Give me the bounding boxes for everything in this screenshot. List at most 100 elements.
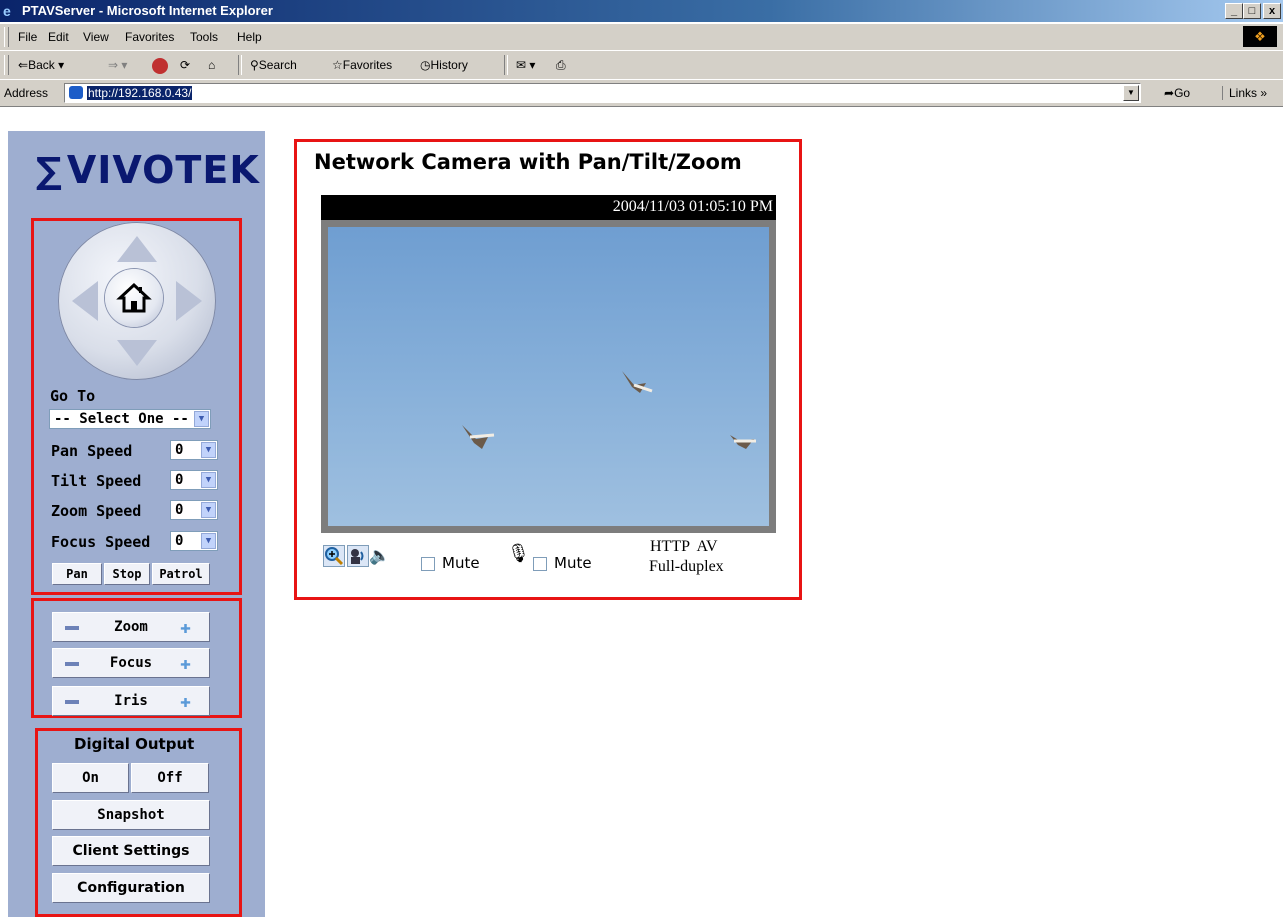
- menu-bar: File Edit View Favorites Tools Help ❖: [0, 23, 1283, 51]
- minimize-button[interactable]: _: [1225, 3, 1243, 19]
- menu-favorites[interactable]: Favorites: [125, 30, 174, 44]
- page-title: Network Camera with Pan/Tilt/Zoom: [314, 150, 742, 174]
- pan-right-icon[interactable]: [176, 281, 202, 321]
- output-off-button[interactable]: Off: [131, 763, 209, 793]
- pan-speed-select[interactable]: 0 ▼: [170, 440, 218, 460]
- menu-edit[interactable]: Edit: [48, 30, 69, 44]
- window-title-bar: e PTAVServer - Microsoft Internet Explor…: [0, 0, 1283, 22]
- address-input[interactable]: http://192.168.0.43/ ▼: [64, 83, 1141, 103]
- links-button[interactable]: Links »: [1222, 86, 1267, 100]
- client-settings-button[interactable]: Client Settings: [52, 836, 210, 866]
- talk-icon[interactable]: [347, 545, 369, 567]
- address-url: http://192.168.0.43/: [87, 86, 193, 100]
- iris-control[interactable]: Iris ✚: [52, 686, 210, 716]
- home-icon: ⌂: [208, 58, 216, 72]
- mail-button[interactable]: ✉ ▾: [516, 58, 535, 72]
- home-position-button[interactable]: [105, 269, 163, 327]
- chevron-down-icon: ▼: [194, 411, 209, 427]
- stop-ptz-button[interactable]: Stop: [104, 563, 150, 585]
- history-button[interactable]: ◷History: [420, 58, 468, 72]
- speaker-mute-checkbox[interactable]: [421, 557, 435, 571]
- zoom-speed-label: Zoom Speed: [51, 502, 142, 520]
- snapshot-button[interactable]: Snapshot: [52, 800, 210, 830]
- refresh-button[interactable]: ⟳: [180, 58, 190, 72]
- toolbar-separator: [504, 55, 508, 75]
- menu-view[interactable]: View: [83, 30, 109, 44]
- timestamp: 2004/11/03 01:05:10 PM: [612, 198, 773, 215]
- focus-speed-select[interactable]: 0 ▼: [170, 531, 218, 551]
- house-icon: [116, 282, 152, 313]
- tilt-speed-label: Tilt Speed: [51, 472, 142, 490]
- output-on-button[interactable]: On: [52, 763, 129, 793]
- print-icon: ⎙: [556, 58, 566, 72]
- focus-near-icon[interactable]: [65, 662, 79, 666]
- speaker-icon[interactable]: 🔈: [369, 546, 390, 566]
- chevron-down-icon: ▼: [201, 472, 216, 488]
- pan-left-icon[interactable]: [72, 281, 98, 321]
- zoom-view-icon[interactable]: [323, 545, 345, 567]
- zoom-in-icon[interactable]: ✚: [180, 619, 191, 637]
- direction-pad: [58, 222, 216, 380]
- forward-arrow-icon: ⇒: [108, 58, 119, 72]
- home-button[interactable]: ⌂: [208, 58, 215, 72]
- tilt-down-icon[interactable]: [117, 340, 157, 366]
- menu-tools[interactable]: Tools: [190, 30, 218, 44]
- bird-image: [462, 425, 495, 449]
- ie-logo-icon: e: [3, 3, 11, 19]
- live-video[interactable]: [321, 220, 776, 533]
- chevron-down-icon: ▼: [201, 442, 216, 458]
- favorites-button[interactable]: ☆Favorites: [332, 58, 392, 72]
- standard-toolbar: ⇐Back ▾ ⇒ ▾ ⟳ ⌂ ⚲Search ☆Favorites ◷Hist…: [0, 50, 1283, 80]
- window-title: PTAVServer - Microsoft Internet Explorer: [22, 3, 273, 18]
- close-button[interactable]: x: [1263, 3, 1281, 19]
- back-arrow-icon: ⇐: [18, 58, 29, 72]
- zoom-control[interactable]: Zoom ✚: [52, 612, 210, 642]
- stop-button[interactable]: [152, 58, 170, 74]
- address-dropdown-button[interactable]: ▼: [1123, 85, 1139, 101]
- go-arrow-icon: ➦: [1164, 86, 1175, 100]
- focus-control[interactable]: Focus ✚: [52, 648, 210, 678]
- microphone-icon[interactable]: 🎙: [507, 543, 530, 564]
- back-button[interactable]: ⇐Back ▾: [18, 58, 64, 72]
- iris-open-icon[interactable]: ✚: [180, 693, 191, 711]
- configuration-button[interactable]: Configuration: [52, 873, 210, 903]
- chevron-down-icon: ▼: [201, 533, 216, 549]
- toolbar-separator: [238, 55, 242, 75]
- bird-image: [730, 435, 756, 449]
- timestamp-bar: 2004/11/03 01:05:10 PM: [321, 195, 776, 220]
- forward-button[interactable]: ⇒ ▾: [108, 58, 127, 72]
- tilt-speed-select[interactable]: 0 ▼: [170, 470, 218, 490]
- chevron-down-icon: ▼: [201, 502, 216, 518]
- go-button[interactable]: ➦Go: [1164, 86, 1190, 100]
- viewer-control-row: 🔈 Mute 🎙 Mute HTTP AV Full-duplex: [321, 538, 776, 580]
- windows-flag-icon: ❖: [1243, 26, 1277, 47]
- print-button[interactable]: ⎙: [556, 58, 566, 73]
- bird-image: [622, 371, 653, 393]
- address-bar: Address http://192.168.0.43/ ▼ ➦Go Links…: [0, 79, 1283, 107]
- mic-mute-label: Mute: [554, 554, 592, 572]
- tilt-up-icon[interactable]: [117, 236, 157, 262]
- menu-file[interactable]: File: [18, 30, 37, 44]
- digital-output-heading: Digital Output: [74, 735, 195, 753]
- mic-mute-checkbox[interactable]: [533, 557, 547, 571]
- vivotek-mark-icon: ∑: [36, 151, 63, 192]
- zoom-speed-select[interactable]: 0 ▼: [170, 500, 218, 520]
- pan-speed-label: Pan Speed: [51, 442, 133, 460]
- patrol-button[interactable]: Patrol: [152, 563, 210, 585]
- pan-button[interactable]: Pan: [52, 563, 102, 585]
- maximize-button[interactable]: □: [1243, 3, 1261, 19]
- search-button[interactable]: ⚲Search: [250, 58, 297, 72]
- menu-help[interactable]: Help: [237, 30, 262, 44]
- video-image: [328, 227, 769, 526]
- protocol-text: HTTP AV: [650, 538, 718, 555]
- zoom-out-icon[interactable]: [65, 626, 79, 630]
- iris-close-icon[interactable]: [65, 700, 79, 704]
- goto-select[interactable]: -- Select One -- ▼: [49, 409, 211, 429]
- address-label: Address: [4, 86, 49, 100]
- toolbar-grip: [4, 27, 9, 47]
- stop-icon: [152, 58, 168, 74]
- focus-far-icon[interactable]: ✚: [180, 655, 191, 673]
- duplex-text: Full-duplex: [649, 558, 724, 575]
- toolbar-grip: [4, 55, 9, 75]
- speaker-mute-label: Mute: [442, 554, 480, 572]
